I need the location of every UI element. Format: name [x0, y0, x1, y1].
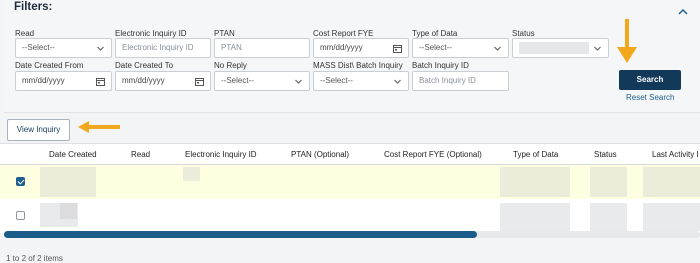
redacted-cell — [590, 167, 627, 197]
type-of-data-label: Type of Data — [412, 29, 458, 38]
mass-dist-batch-inquiry-select-value: --Select-- — [320, 76, 353, 85]
chevron-down-icon — [294, 77, 303, 86]
column-cost-report-fye[interactable]: Cost Report FYE (Optional) — [384, 150, 482, 159]
read-label: Read — [15, 29, 35, 38]
column-status[interactable]: Status — [594, 150, 617, 159]
cost-report-fye-label: Cost Report FYE — [313, 29, 374, 38]
type-of-data-select-value: --Select-- — [419, 43, 452, 52]
date-created-from-placeholder: mm/dd/yyyy — [22, 76, 65, 85]
electronic-inquiry-id-label: Electronic Inquiry ID — [115, 29, 187, 38]
annotation-arrow-down-icon — [617, 19, 637, 63]
filters-title: Filters: — [14, 1, 53, 13]
column-electronic-inquiry-id[interactable]: Electronic Inquiry ID — [185, 150, 257, 159]
date-created-to-input[interactable]: mm/dd/yyyy — [115, 71, 211, 91]
date-created-from-input[interactable]: mm/dd/yyyy — [15, 71, 112, 91]
pager-info: 1 to 2 of 2 items — [6, 254, 63, 263]
horizontal-scrollbar[interactable] — [4, 231, 700, 238]
chevron-down-icon — [96, 44, 105, 53]
batch-inquiry-id-placeholder: Batch Inquiry ID — [419, 76, 476, 85]
no-reply-select[interactable]: --Select-- — [214, 71, 310, 91]
column-last-activity[interactable]: Last Activity I — [652, 150, 699, 159]
table-row[interactable] — [0, 199, 700, 233]
status-redacted-value — [519, 42, 589, 54]
calendar-icon[interactable] — [96, 77, 105, 86]
column-ptan[interactable]: PTAN (Optional) — [291, 150, 349, 159]
redacted-cell — [500, 203, 570, 231]
batch-inquiry-id-label: Batch Inquiry ID — [412, 61, 469, 70]
grid-header: Date Created Read Electronic Inquiry ID … — [0, 144, 700, 165]
date-created-from-label: Date Created From — [15, 61, 84, 70]
redacted-cell — [40, 167, 96, 197]
cost-report-fye-input[interactable]: mm/dd/yyyy — [313, 38, 409, 58]
mass-dist-batch-inquiry-label: MASS Dist\ Batch Inquiry — [313, 61, 403, 70]
electronic-inquiry-id-placeholder: Electronic Inquiry ID — [122, 43, 194, 52]
no-reply-label: No Reply — [214, 61, 247, 70]
read-select[interactable]: --Select-- — [15, 38, 112, 58]
batch-inquiry-id-input[interactable]: Batch Inquiry ID — [412, 71, 509, 91]
status-label: Status — [512, 29, 535, 38]
chevron-down-icon — [593, 44, 602, 53]
reset-search-link[interactable]: Reset Search — [626, 93, 674, 102]
redacted-cell — [183, 167, 200, 181]
chevron-up-icon[interactable] — [678, 3, 688, 15]
column-date-created[interactable]: Date Created — [49, 150, 97, 159]
column-type-of-data[interactable]: Type of Data — [513, 150, 558, 159]
read-select-value: --Select-- — [22, 43, 55, 52]
chevron-down-icon — [493, 44, 502, 53]
ptan-input[interactable]: PTAN — [214, 38, 310, 58]
redacted-cell — [500, 167, 570, 197]
redacted-cell — [643, 203, 700, 231]
calendar-icon[interactable] — [393, 44, 402, 53]
view-inquiry-button[interactable]: View Inquiry — [7, 119, 70, 141]
type-of-data-select[interactable]: --Select-- — [412, 38, 509, 58]
inquiry-grid: Date Created Read Electronic Inquiry ID … — [0, 143, 700, 233]
annotation-arrow-left-icon — [78, 121, 120, 133]
date-created-to-placeholder: mm/dd/yyyy — [122, 76, 165, 85]
row-checkbox[interactable] — [16, 211, 25, 220]
table-row[interactable] — [0, 165, 700, 199]
cost-report-fye-placeholder: mm/dd/yyyy — [320, 43, 363, 52]
row-checkbox[interactable] — [16, 177, 25, 186]
redacted-cell — [60, 203, 77, 219]
search-button[interactable]: Search — [619, 70, 681, 90]
calendar-icon[interactable] — [195, 77, 204, 86]
electronic-inquiry-id-input[interactable]: Electronic Inquiry ID — [115, 38, 211, 58]
chevron-down-icon — [393, 77, 402, 86]
redacted-cell — [643, 167, 700, 197]
date-created-to-label: Date Created To — [115, 61, 174, 70]
no-reply-select-value: --Select-- — [221, 76, 254, 85]
mass-dist-batch-inquiry-select[interactable]: --Select-- — [313, 71, 409, 91]
column-read[interactable]: Read — [131, 150, 150, 159]
ptan-placeholder: PTAN — [221, 43, 242, 52]
redacted-cell — [590, 203, 627, 231]
scrollbar-thumb[interactable] — [4, 231, 478, 238]
status-select[interactable] — [512, 38, 609, 58]
ptan-label: PTAN — [214, 29, 235, 38]
